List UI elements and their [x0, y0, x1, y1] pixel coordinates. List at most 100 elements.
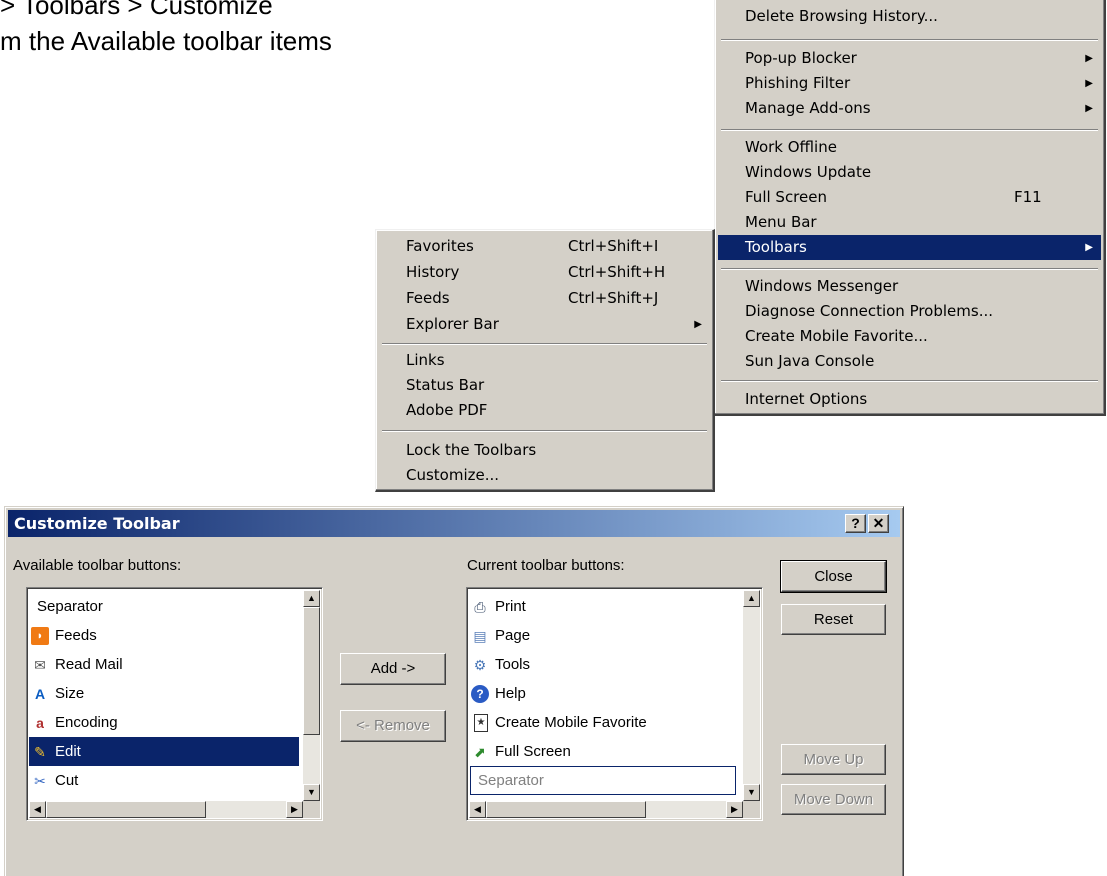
menu-separator	[721, 268, 1098, 270]
menu-separator	[382, 430, 707, 432]
submenu-item-favorites[interactable]: Favorites Ctrl+Shift+I	[379, 234, 710, 259]
instruction-line-1: > Toolbars > Customize	[0, 0, 273, 20]
move-down-button[interactable]: Move Down	[781, 784, 886, 815]
submenu-item-explorer-bar[interactable]: Explorer Bar ▶	[379, 312, 710, 337]
remove-button[interactable]: <- Remove	[340, 710, 446, 742]
move-up-button[interactable]: Move Up	[781, 744, 886, 775]
fullscreen-icon: ⬈	[474, 744, 486, 760]
list-item[interactable]: ⎙ Print	[469, 592, 739, 621]
available-buttons-list[interactable]: Separator ◗ Feeds ✉ Read Mail A Size a E…	[26, 587, 323, 821]
scroll-left-icon[interactable]: ◀	[29, 801, 46, 818]
list-item[interactable]: ✂ Cut	[29, 766, 299, 795]
current-buttons-list[interactable]: ⎙ Print ▤ Page ⚙ Tools ? Help ★ Create M…	[466, 587, 763, 821]
scrollbar-thumb[interactable]	[743, 607, 760, 783]
submenu-item-lock-toolbars[interactable]: Lock the Toolbars	[379, 438, 710, 463]
scroll-right-icon[interactable]: ▶	[726, 801, 743, 818]
list-item[interactable]: ★ Create Mobile Favorite	[469, 708, 739, 737]
scissors-icon: ✂	[34, 773, 46, 789]
submenu-arrow-icon: ▶	[1085, 53, 1093, 64]
list-item[interactable]: ⬈ Full Screen	[469, 737, 739, 766]
current-buttons-label: Current toolbar buttons:	[467, 557, 625, 574]
menu-item-phishing-filter[interactable]: Phishing Filter ▶	[718, 71, 1101, 96]
feeds-icon: ◗	[31, 627, 49, 645]
vertical-scrollbar[interactable]: ▲ ▼	[303, 590, 320, 801]
help-icon[interactable]: ?	[845, 514, 866, 533]
list-item[interactable]: a Encoding	[29, 708, 299, 737]
menu-item-menu-bar[interactable]: Menu Bar	[718, 210, 1101, 235]
scroll-right-icon[interactable]: ▶	[286, 801, 303, 818]
menu-separator	[382, 343, 707, 345]
submenu-arrow-icon: ▶	[1085, 78, 1093, 89]
menu-item-windows-update[interactable]: Windows Update	[718, 160, 1101, 185]
page-icon: ▤	[473, 628, 487, 644]
scrollbar-thumb[interactable]	[486, 801, 646, 818]
list-item[interactable]: ? Help	[469, 679, 739, 708]
menu-item-popup-blocker[interactable]: Pop-up Blocker ▶	[718, 46, 1101, 71]
menu-item-toolbars[interactable]: Toolbars ▶	[718, 235, 1101, 260]
scrollbar-thumb[interactable]	[303, 607, 320, 735]
menu-item-sun-java-console[interactable]: Sun Java Console	[718, 349, 1101, 374]
menu-item-internet-options[interactable]: Internet Options	[718, 387, 1101, 412]
list-item[interactable]: ✎ Edit	[29, 737, 299, 766]
menu-shortcut: Ctrl+Shift+J	[568, 289, 659, 307]
list-item[interactable]: Separator	[470, 766, 736, 795]
scroll-up-icon[interactable]: ▲	[743, 590, 760, 607]
scroll-down-icon[interactable]: ▼	[743, 784, 760, 801]
add-button[interactable]: Add ->	[340, 653, 446, 685]
menu-shortcut: Ctrl+Shift+H	[568, 263, 666, 281]
text-size-icon: A	[34, 686, 46, 702]
scrollbar-corner	[303, 801, 320, 818]
scrollbar-thumb[interactable]	[46, 801, 206, 818]
dialog-title: Customize Toolbar	[14, 514, 180, 533]
help-icon: ?	[471, 685, 489, 703]
list-item[interactable]: A Size	[29, 679, 299, 708]
menu-item-full-screen[interactable]: Full Screen F11	[718, 185, 1101, 210]
close-button[interactable]: Close	[780, 560, 887, 593]
list-item[interactable]: ⚙ Tools	[469, 650, 739, 679]
dialog-titlebar[interactable]: Customize Toolbar ? ✕	[8, 510, 900, 537]
scrollbar-corner	[743, 801, 760, 818]
horizontal-scrollbar[interactable]: ◀ ▶	[29, 801, 303, 818]
tools-menu: Delete Browsing History... Pop-up Blocke…	[714, 0, 1106, 416]
horizontal-scrollbar[interactable]: ◀ ▶	[469, 801, 743, 818]
menu-item-work-offline[interactable]: Work Offline	[718, 135, 1101, 160]
menu-separator	[721, 39, 1098, 41]
submenu-arrow-icon: ▶	[694, 319, 702, 330]
list-item[interactable]: ✉ Read Mail	[29, 650, 299, 679]
vertical-scrollbar[interactable]: ▲ ▼	[743, 590, 760, 801]
close-icon[interactable]: ✕	[868, 514, 889, 533]
list-item[interactable]: Separator	[29, 592, 299, 621]
menu-separator	[721, 129, 1098, 131]
submenu-item-links[interactable]: Links	[379, 348, 710, 373]
submenu-item-status-bar[interactable]: Status Bar	[379, 373, 710, 398]
toolbars-submenu: Favorites Ctrl+Shift+I History Ctrl+Shift+…	[375, 229, 715, 492]
menu-item-windows-messenger[interactable]: Windows Messenger	[718, 274, 1101, 299]
mobile-favorite-icon: ★	[474, 714, 488, 732]
submenu-item-history[interactable]: History Ctrl+Shift+H	[379, 260, 710, 285]
scroll-up-icon[interactable]: ▲	[303, 590, 320, 607]
gear-icon: ⚙	[473, 657, 487, 673]
mail-icon: ✉	[34, 657, 46, 673]
menu-separator	[721, 380, 1098, 382]
submenu-arrow-icon: ▶	[1085, 103, 1093, 114]
menu-item-manage-addons[interactable]: Manage Add-ons ▶	[718, 96, 1101, 121]
menu-shortcut: F11	[1014, 188, 1042, 206]
menu-item-create-mobile-favorite[interactable]: Create Mobile Favorite...	[718, 324, 1101, 349]
available-buttons-label: Available toolbar buttons:	[13, 557, 182, 574]
submenu-item-adobe-pdf[interactable]: Adobe PDF	[379, 398, 710, 423]
menu-item-diagnose-connection[interactable]: Diagnose Connection Problems...	[718, 299, 1101, 324]
pencil-icon: ✎	[34, 744, 46, 760]
instruction-line-2: m the Available toolbar items	[0, 26, 332, 56]
encoding-icon: a	[36, 715, 44, 731]
menu-item-delete-browsing-history[interactable]: Delete Browsing History...	[718, 4, 1101, 29]
scroll-down-icon[interactable]: ▼	[303, 784, 320, 801]
printer-icon: ⎙	[474, 599, 486, 615]
submenu-item-feeds[interactable]: Feeds Ctrl+Shift+J	[379, 286, 710, 311]
list-item[interactable]: ▤ Page	[469, 621, 739, 650]
customize-toolbar-dialog: Customize Toolbar ? ✕ Available toolbar …	[4, 506, 904, 876]
submenu-item-customize[interactable]: Customize...	[379, 463, 710, 488]
list-item[interactable]: ◗ Feeds	[29, 621, 299, 650]
reset-button[interactable]: Reset	[781, 604, 886, 635]
scroll-left-icon[interactable]: ◀	[469, 801, 486, 818]
submenu-arrow-icon: ▶	[1085, 242, 1093, 253]
